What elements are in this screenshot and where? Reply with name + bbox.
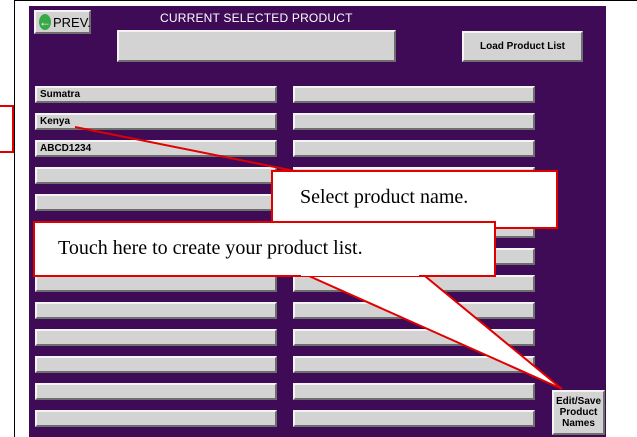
product-slot-right-12[interactable] [293,383,535,400]
prev-button[interactable]: ← PREV. [34,10,91,34]
highlight-bracket [0,105,14,153]
prev-button-label: PREV. [53,14,91,30]
edit-save-product-names-button[interactable]: Edit/Save Product Names [552,390,605,435]
product-slot-left-10[interactable] [35,329,277,346]
product-slot-right-2[interactable] [293,113,535,130]
product-slot-right-13[interactable] [293,410,535,427]
product-slot-right-1[interactable] [293,86,535,103]
product-slot-left-12[interactable] [35,383,277,400]
product-slot-left-11[interactable] [35,356,277,373]
product-slot-left-6[interactable] [35,221,277,238]
product-slot-left-2[interactable]: Kenya [35,113,277,130]
edit-button-line2: Product [559,407,598,418]
product-slot-left-13[interactable] [35,410,277,427]
product-slot-right-10[interactable] [293,329,535,346]
edit-button-line3: Names [562,418,595,429]
product-slot-right-3[interactable] [293,140,535,157]
edit-button-line1: Edit/Save [555,396,602,407]
current-product-field [117,30,396,62]
product-slot-left-5[interactable] [35,194,277,211]
product-slot-right-8[interactable] [293,275,535,292]
product-slot-left-8[interactable] [35,275,277,292]
product-slot-left-1[interactable]: Sumatra [35,86,277,103]
product-slot-right-6[interactable] [293,221,535,238]
product-slot-left-4[interactable] [35,167,277,184]
product-slot-right-9[interactable] [293,302,535,319]
arrow-left-icon: ← [39,14,51,30]
product-slot-right-4[interactable] [293,167,535,184]
create-callout-text: Touch here to create your product list. [58,237,363,259]
current-product-title: CURRENT SELECTED PRODUCT [160,11,353,25]
product-slot-right-11[interactable] [293,356,535,373]
product-slot-left-9[interactable] [35,302,277,319]
select-callout-text: Select product name. [300,186,469,208]
product-slot-left-3[interactable]: ABCD1234 [35,140,277,157]
load-product-list-button[interactable]: Load Product List [462,31,583,62]
